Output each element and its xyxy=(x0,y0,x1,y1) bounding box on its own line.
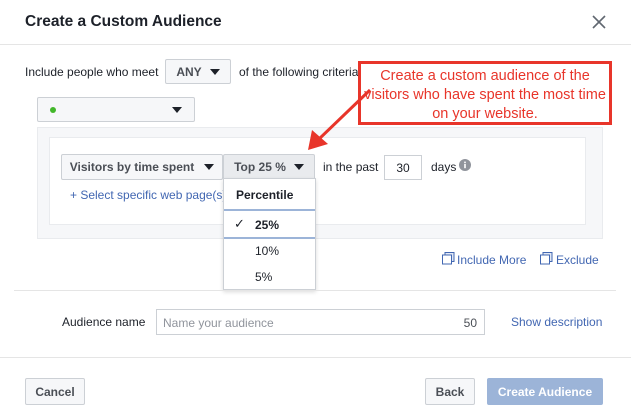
include-more-link[interactable]: Include More xyxy=(457,253,526,267)
status-dot-icon xyxy=(50,106,56,113)
chevron-down-icon xyxy=(293,164,304,170)
event-dropdown[interactable]: Visitors by time spent xyxy=(61,154,223,180)
info-icon[interactable] xyxy=(459,159,471,171)
criteria-suffix-label: of the following criteria: xyxy=(239,65,362,79)
match-type-value: ANY xyxy=(176,64,202,79)
exclude-icon xyxy=(540,252,553,265)
percentile-option[interactable]: 5% xyxy=(255,270,272,284)
char-limit-counter: 50 xyxy=(463,316,477,330)
dialog-title: Create a Custom Audience xyxy=(25,13,222,30)
chevron-down-icon xyxy=(172,106,182,113)
include-more-icon xyxy=(442,252,455,265)
audience-name-label: Audience name xyxy=(62,315,146,329)
create-audience-button[interactable]: Create Audience xyxy=(487,378,603,405)
close-icon[interactable] xyxy=(588,11,610,33)
section-divider xyxy=(14,290,616,291)
criteria-prefix-label: Include people who meet xyxy=(25,65,159,79)
back-button[interactable]: Back xyxy=(425,378,475,405)
header-divider xyxy=(0,44,631,45)
percentile-dropdown-menu: Percentile ✓ 25% 10% 5% xyxy=(223,178,316,290)
days-label: days xyxy=(431,160,457,174)
percentile-option[interactable]: 10% xyxy=(255,244,279,258)
audience-name-field[interactable]: Name your audience 50 xyxy=(156,309,485,335)
checkmark-icon: ✓ xyxy=(234,216,245,231)
chevron-down-icon xyxy=(204,164,215,170)
days-input[interactable]: 30 xyxy=(384,155,422,180)
percentile-menu-header: Percentile xyxy=(236,188,294,202)
exclude-link[interactable]: Exclude xyxy=(556,253,599,267)
percentile-value: Top 25 % xyxy=(234,160,286,174)
percentile-option-label: 25% xyxy=(255,218,280,232)
chevron-down-icon xyxy=(209,68,220,75)
cancel-button[interactable]: Cancel xyxy=(25,378,85,405)
in-the-past-label: in the past xyxy=(323,160,379,174)
audience-name-placeholder: Name your audience xyxy=(163,316,274,330)
annotation-arrow-icon xyxy=(308,88,372,150)
show-description-link[interactable]: Show description xyxy=(511,315,602,329)
match-type-dropdown[interactable]: ANY xyxy=(165,59,231,84)
select-specific-pages-link[interactable]: + Select specific web page(s) xyxy=(70,188,223,202)
footer-divider xyxy=(0,357,631,358)
annotation-callout: Create a custom audience of the visitors… xyxy=(358,61,612,125)
source-dropdown[interactable] xyxy=(37,97,195,122)
percentile-option-selected[interactable]: ✓ 25% xyxy=(224,209,315,239)
event-value: Visitors by time spent xyxy=(69,160,195,174)
